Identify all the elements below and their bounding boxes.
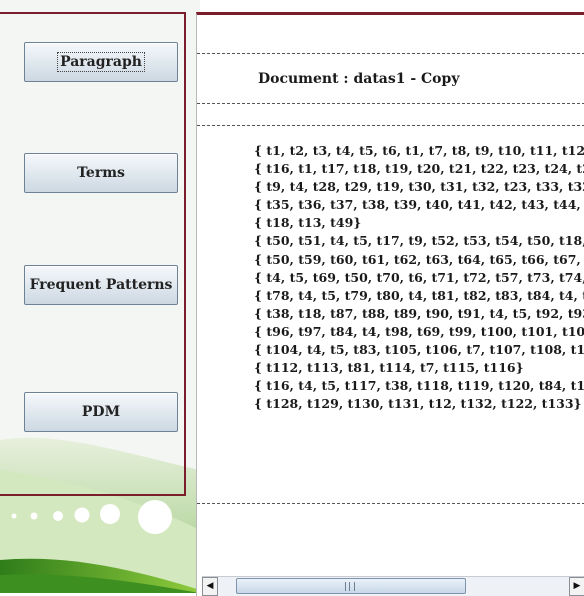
scrollbar-thumb[interactable] <box>236 578 466 594</box>
pdm-button-label: PDM <box>81 404 121 420</box>
navigation-panel: Paragraph Terms Frequent Patterns PDM <box>0 12 186 496</box>
divider <box>197 53 584 54</box>
terms-button[interactable]: Terms <box>24 153 178 193</box>
frequent-patterns-button-label: Frequent Patterns <box>29 277 173 293</box>
pdm-button[interactable]: PDM <box>24 392 178 432</box>
document-line: { t9, t4, t28, t29, t19, t30, t31, t32, … <box>254 179 584 195</box>
divider <box>197 125 584 126</box>
document-title: Document : datas1 - Copy <box>258 71 460 87</box>
document-line: { t112, t113, t81, t114, t7, t115, t116} <box>254 360 524 376</box>
horizontal-scrollbar[interactable]: ◀ ▶ <box>202 576 584 596</box>
document-line: { t78, t4, t5, t79, t80, t4, t81, t82, t… <box>254 287 584 303</box>
divider <box>197 103 584 104</box>
document-line: { t16, t1, t17, t18, t19, t20, t21, t22,… <box>254 161 584 177</box>
document-line: { t35, t36, t37, t38, t39, t40, t41, t42… <box>254 197 584 213</box>
grip-icon <box>345 582 355 591</box>
document-line: { t16, t4, t5, t117, t38, t118, t119, t1… <box>254 378 584 394</box>
paragraph-button-label: Paragraph <box>57 52 145 72</box>
document-line: { t50, t51, t4, t5, t17, t9, t52, t53, t… <box>254 233 584 249</box>
document-line: { t4, t5, t69, t50, t70, t6, t71, t72, t… <box>254 269 584 285</box>
divider <box>197 503 584 504</box>
scroll-right-arrow-icon[interactable]: ▶ <box>569 577 584 596</box>
document-line: { t1, t2, t3, t4, t5, t6, t1, t7, t8, t9… <box>254 143 584 158</box>
document-line: { t38, t18, t87, t88, t89, t90, t91, t4,… <box>254 305 584 321</box>
document-line: { t96, t97, t84, t4, t98, t69, t99, t100… <box>254 323 584 339</box>
paragraph-button[interactable]: Paragraph <box>24 42 178 82</box>
terms-button-label: Terms <box>77 165 125 181</box>
document-line: { t50, t59, t60, t61, t62, t63, t64, t65… <box>254 251 584 267</box>
document-line: { t128, t129, t130, t131, t12, t132, t12… <box>254 396 582 412</box>
frequent-patterns-button[interactable]: Frequent Patterns <box>24 265 178 305</box>
scroll-left-arrow-icon[interactable]: ◀ <box>202 577 218 596</box>
document-panel: Document : datas1 - Copy { t1, t2, t3, t… <box>196 12 584 596</box>
document-line: { t18, t13, t49} <box>254 215 362 231</box>
document-content: { t1, t2, t3, t4, t5, t6, t1, t7, t8, t9… <box>254 142 584 413</box>
document-line: { t104, t4, t5, t83, t105, t106, t7, t10… <box>254 342 584 358</box>
